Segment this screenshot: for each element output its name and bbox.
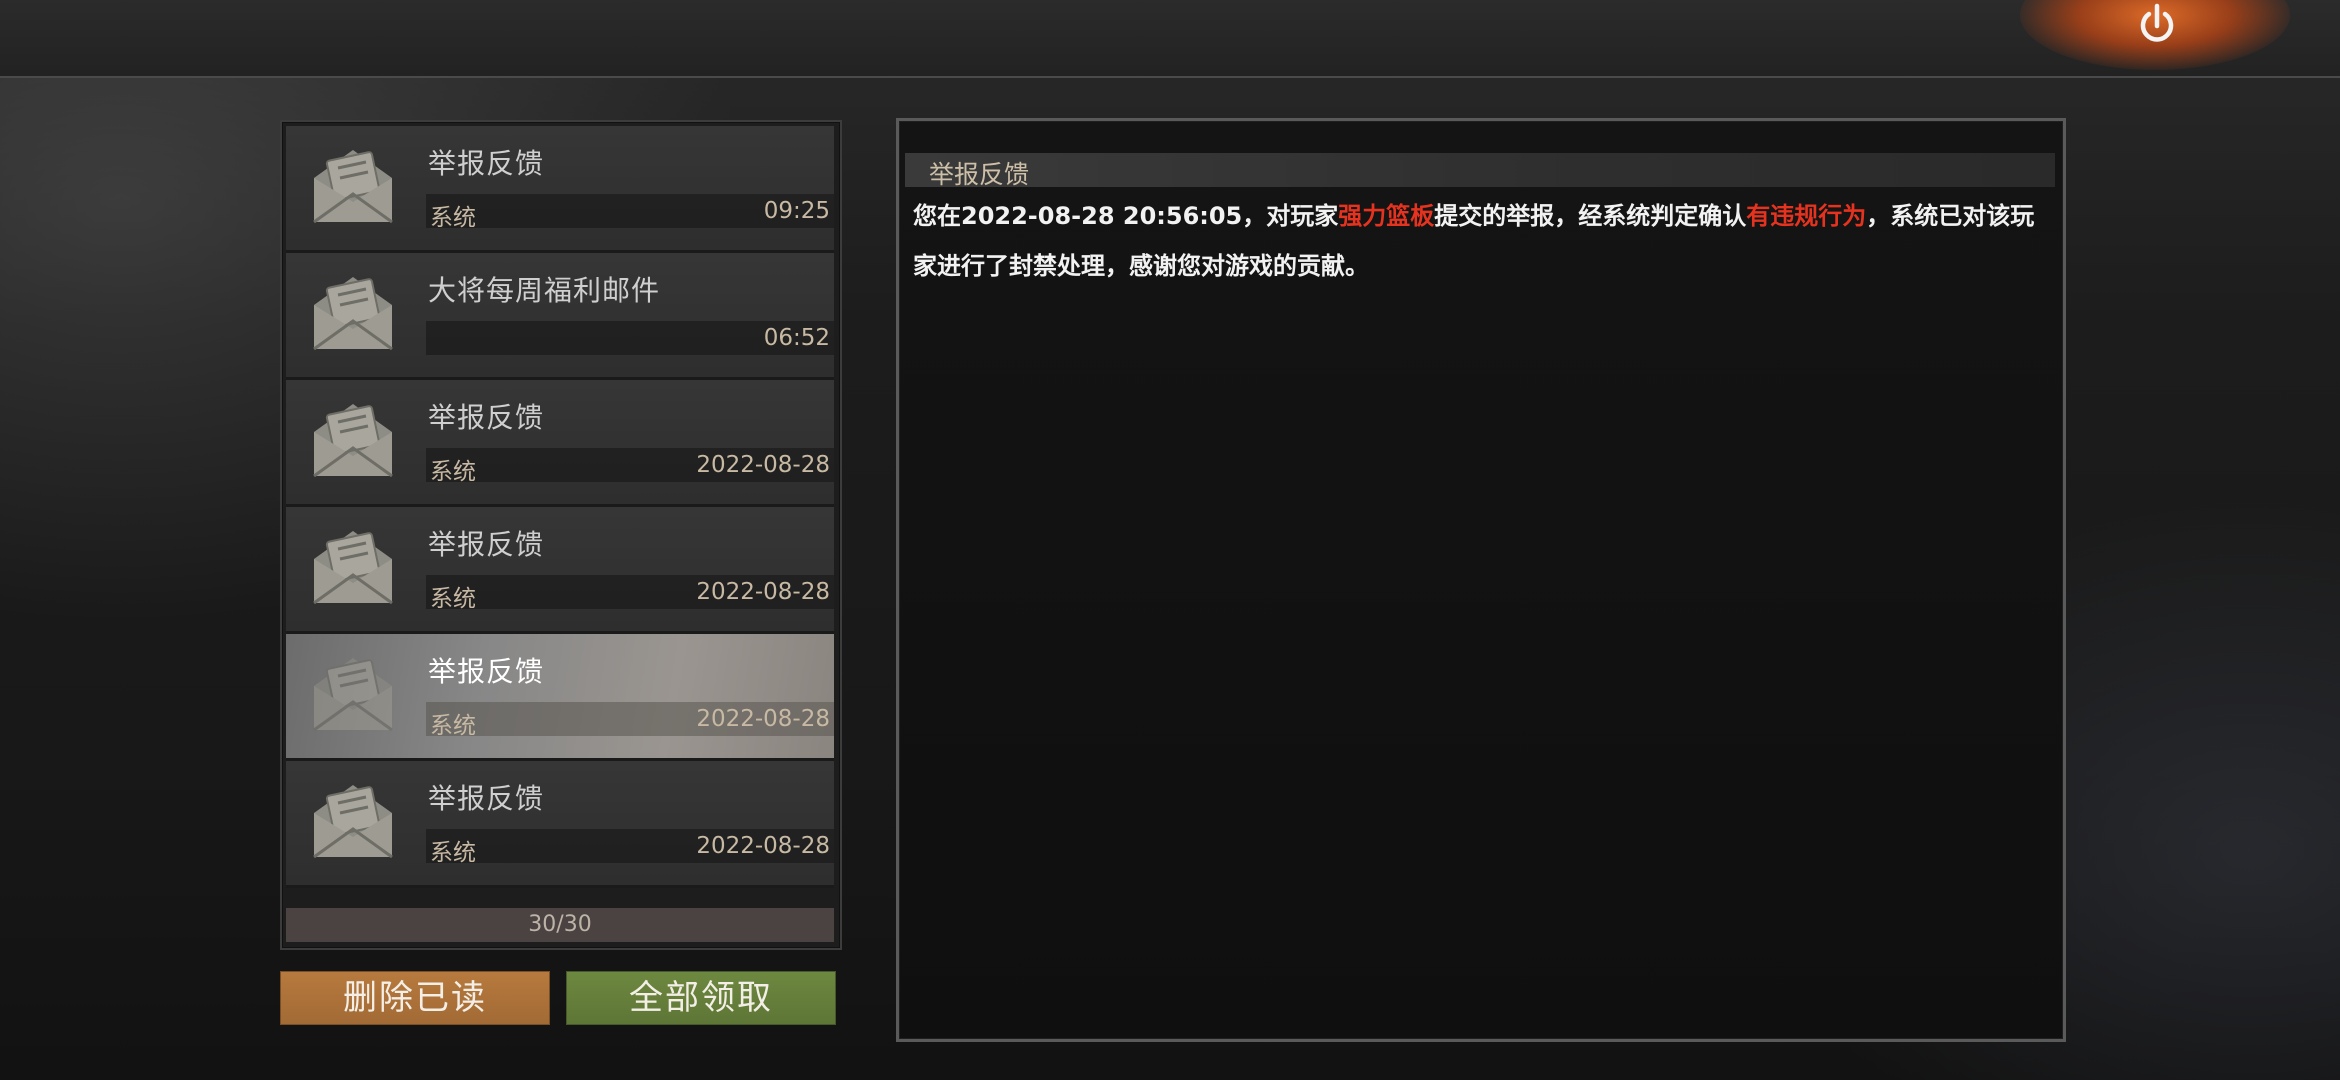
mail-meta: 系统 2022-08-28 [426,702,834,739]
envelope-open-icon [308,269,398,355]
mail-time: 2022-08-28 [696,579,830,605]
mail-item[interactable]: 举报反馈 系统 2022-08-28 [286,761,834,888]
detail-text: 您在2022-08-28 20:56:05，对玩家 [913,202,1339,230]
mail-detail-panel: 举报反馈 您在2022-08-28 20:56:05，对玩家强力篮板提交的举报，… [896,118,2066,1042]
mail-time: 06:52 [763,325,830,351]
mail-title: 举报反馈 [428,655,545,688]
mail-title: 大将每周福利邮件 [428,274,661,307]
mail-count: 30/30 [286,908,834,942]
mail-item[interactable]: 举报反馈 系统 2022-08-28 [286,507,834,634]
mail-sender: 系统 [430,205,476,231]
envelope-open-icon [308,650,398,736]
power-button[interactable] [2135,2,2179,50]
delete-read-button[interactable]: 删除已读 [280,971,550,1025]
mail-time: 2022-08-28 [696,706,830,732]
mail-sender: 系统 [430,713,476,739]
detail-title: 举报反馈 [929,160,1030,189]
detail-text: 提交的举报，经系统判定确认 [1434,202,1747,230]
mail-sender: 系统 [430,840,476,866]
mail-title: 举报反馈 [428,401,545,434]
top-bar [0,0,2340,78]
mail-item[interactable]: 大将每周福利邮件 06:52 [286,253,834,380]
mail-title: 举报反馈 [428,528,545,561]
mail-meta: 系统 2022-08-28 [426,575,834,612]
game-mail-screen: 举报反馈 系统 09:25 大将每周福利邮件 06:52 举报反馈 系统 202… [0,0,2340,1080]
mail-meta: 06:52 [426,321,834,355]
mail-list: 举报反馈 系统 09:25 大将每周福利邮件 06:52 举报反馈 系统 202… [280,120,842,950]
mail-time: 2022-08-28 [696,833,830,859]
mail-item-selected[interactable]: 举报反馈 系统 2022-08-28 [286,634,834,761]
envelope-open-icon [308,523,398,609]
mail-meta: 系统 2022-08-28 [426,448,834,485]
verdict-text: 有违规行为 [1746,202,1867,230]
envelope-open-icon [308,142,398,228]
detail-body: 您在2022-08-28 20:56:05，对玩家强力篮板提交的举报，经系统判定… [913,191,2053,291]
mail-meta: 系统 09:25 [426,194,834,231]
envelope-open-icon [308,777,398,863]
detail-title-bar: 举报反馈 [905,153,2055,189]
reported-player-name: 强力篮板 [1338,202,1435,230]
mail-title: 举报反馈 [428,147,545,180]
power-icon [2140,3,2174,42]
envelope-open-icon [308,396,398,482]
mail-item[interactable]: 举报反馈 系统 2022-08-28 [286,380,834,507]
mail-sender: 系统 [430,459,476,485]
claim-all-button[interactable]: 全部领取 [566,971,836,1025]
mail-item[interactable]: 举报反馈 系统 09:25 [286,126,834,253]
mail-time: 09:25 [763,198,830,224]
mail-meta: 系统 2022-08-28 [426,829,834,866]
mail-sender: 系统 [430,586,476,612]
mail-time: 2022-08-28 [696,452,830,478]
mail-title: 举报反馈 [428,782,545,815]
